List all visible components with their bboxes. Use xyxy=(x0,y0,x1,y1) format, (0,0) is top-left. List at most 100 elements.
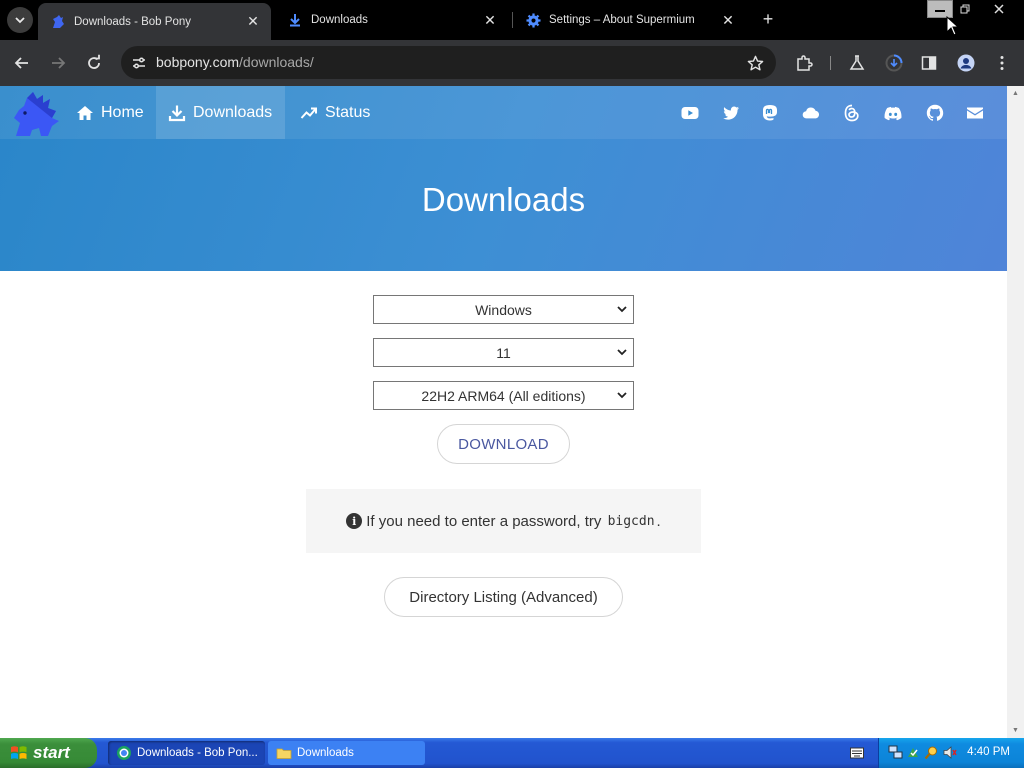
scroll-up-icon[interactable]: ▲ xyxy=(1012,90,1019,97)
labs-button[interactable] xyxy=(843,49,871,77)
home-icon xyxy=(77,105,93,120)
password-notice: i If you need to enter a password, try b… xyxy=(306,489,701,553)
notice-text-end: . xyxy=(656,512,661,530)
url-path: /downloads/ xyxy=(239,54,314,70)
site-info-icon[interactable] xyxy=(128,52,150,74)
download-icon xyxy=(168,105,186,121)
browser-toolbar: bobpony.com/downloads/ xyxy=(0,40,1024,86)
taskbar-item-label: Downloads xyxy=(297,747,354,759)
chevron-down-icon xyxy=(15,17,25,24)
volume-icon[interactable] xyxy=(942,745,957,760)
search-magnifier-icon[interactable] xyxy=(924,745,939,760)
download-button[interactable]: DOWNLOAD xyxy=(437,424,570,464)
forward-button[interactable] xyxy=(44,49,72,77)
profile-button[interactable] xyxy=(952,49,980,77)
scroll-down-icon[interactable]: ▼ xyxy=(1012,727,1019,734)
tab-settings[interactable]: Settings – About Supermium ✕ xyxy=(513,0,746,40)
nav-downloads[interactable]: Downloads xyxy=(156,86,285,139)
close-tab-icon[interactable]: ✕ xyxy=(718,10,738,30)
taskbar: start Downloads - Bob Pon... Downloads 4… xyxy=(0,738,1024,768)
taskbar-item-browser[interactable]: Downloads - Bob Pon... xyxy=(108,741,265,765)
address-bar[interactable]: bobpony.com/downloads/ xyxy=(121,46,776,79)
nav-status[interactable]: Status xyxy=(288,86,382,139)
os-select-value: Windows xyxy=(475,301,532,318)
chevron-down-icon xyxy=(617,392,627,399)
start-button[interactable]: start xyxy=(0,738,97,768)
info-circle-icon: i xyxy=(346,513,363,529)
restore-icon xyxy=(960,4,969,13)
github-icon[interactable] xyxy=(925,103,945,123)
avatar-icon xyxy=(957,54,975,72)
flask-icon xyxy=(849,55,865,70)
start-label: start xyxy=(33,743,70,762)
directory-listing-button[interactable]: Directory Listing (Advanced) xyxy=(384,577,623,617)
extensions-button[interactable] xyxy=(790,49,818,77)
puzzle-icon xyxy=(797,55,813,71)
url-text: bobpony.com/downloads/ xyxy=(156,54,314,70)
pony-logo-icon[interactable] xyxy=(10,90,62,138)
mouse-cursor-icon xyxy=(946,16,958,36)
hero-banner: Home Downloads Status Downloads xyxy=(0,86,1007,271)
kebab-menu-icon xyxy=(1000,56,1004,70)
version-select[interactable]: 11 xyxy=(373,338,634,367)
reload-button[interactable] xyxy=(80,49,108,77)
build-select-value: 22H2 ARM64 (All editions) xyxy=(421,387,586,404)
threads-icon[interactable] xyxy=(842,103,862,123)
back-button[interactable] xyxy=(8,49,36,77)
nav-home-label: Home xyxy=(101,103,144,121)
download-favicon-icon xyxy=(287,12,303,28)
nav-downloads-label: Downloads xyxy=(193,103,273,121)
bookmark-star-icon[interactable] xyxy=(744,52,766,74)
close-icon xyxy=(994,4,1004,14)
close-window-button[interactable] xyxy=(986,0,1012,18)
menu-button[interactable] xyxy=(988,49,1016,77)
supermium-browser-icon xyxy=(117,746,131,760)
build-select[interactable]: 22H2 ARM64 (All editions) xyxy=(373,381,634,410)
version-select-value: 11 xyxy=(496,344,511,361)
download-progress-icon xyxy=(885,54,903,72)
page-scrollbar[interactable]: ▲ ▼ xyxy=(1007,86,1024,738)
gear-icon xyxy=(525,12,541,28)
tab-downloads[interactable]: Downloads ✕ xyxy=(275,0,508,40)
tab-title: Settings – About Supermium xyxy=(549,14,695,26)
new-tab-button[interactable]: + xyxy=(757,8,779,30)
clock: 4:40 PM xyxy=(967,746,1010,758)
cloud-icon[interactable] xyxy=(801,103,821,123)
tab-title: Downloads - Bob Pony xyxy=(74,15,191,28)
notice-text: If you need to enter a password, try xyxy=(366,512,602,530)
tab-downloads-bob-pony[interactable]: Downloads - Bob Pony ✕ xyxy=(38,3,271,40)
arrow-left-icon xyxy=(14,57,28,69)
folder-icon xyxy=(276,748,292,759)
tab-search-button[interactable] xyxy=(7,7,33,33)
system-tray: 4:40 PM xyxy=(878,738,1024,768)
download-status-button[interactable] xyxy=(880,49,908,77)
discord-icon[interactable] xyxy=(882,103,903,123)
close-tab-icon[interactable]: ✕ xyxy=(243,12,263,32)
arrow-right-icon xyxy=(52,57,66,69)
chevron-down-icon xyxy=(617,306,627,313)
email-icon[interactable] xyxy=(965,103,985,123)
windows-flag-icon xyxy=(11,746,27,759)
site-navbar: Home Downloads Status xyxy=(0,86,1007,139)
close-tab-icon[interactable]: ✕ xyxy=(480,10,500,30)
network-icon[interactable] xyxy=(888,745,903,760)
tab-strip: Downloads - Bob Pony ✕ Downloads ✕ Setti… xyxy=(0,0,1024,40)
taskbar-item-downloads-folder[interactable]: Downloads xyxy=(268,741,425,765)
youtube-icon[interactable] xyxy=(680,103,700,123)
safely-remove-icon[interactable] xyxy=(906,745,921,760)
toolbar-divider xyxy=(830,56,831,70)
reload-icon xyxy=(88,54,100,69)
mastodon-icon[interactable] xyxy=(760,103,780,123)
web-page: Home Downloads Status Downloads Windows … xyxy=(0,86,1007,738)
page-title: Downloads xyxy=(421,181,586,218)
os-select[interactable]: Windows xyxy=(373,295,634,324)
side-panel-button[interactable] xyxy=(915,49,943,77)
twitter-icon[interactable] xyxy=(721,103,741,123)
nav-home[interactable]: Home xyxy=(64,86,156,139)
keyboard-icon[interactable] xyxy=(850,747,864,759)
nav-status-label: Status xyxy=(325,103,371,121)
minimize-icon xyxy=(935,10,945,12)
chevron-down-icon xyxy=(617,349,627,356)
url-host: bobpony.com xyxy=(156,54,240,70)
side-panel-icon xyxy=(921,56,937,70)
